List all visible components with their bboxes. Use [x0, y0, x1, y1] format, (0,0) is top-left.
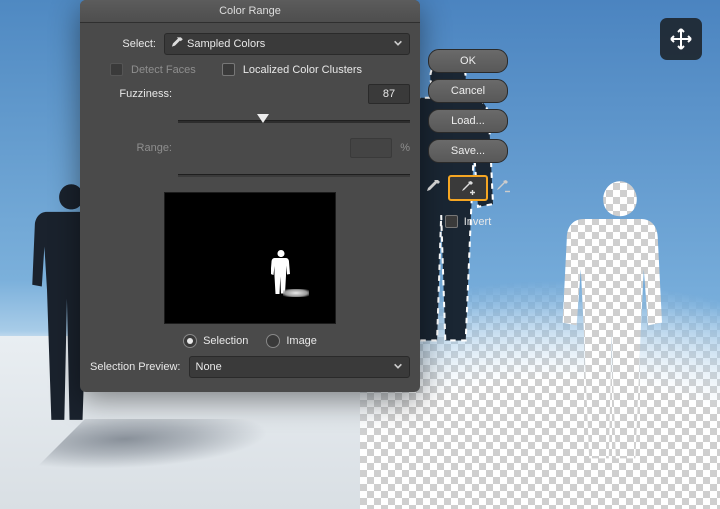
selection-preview-label: Selection Preview: — [90, 361, 181, 373]
eyedropper-icon — [425, 179, 441, 195]
eyedropper-minus-icon — [495, 179, 511, 195]
preview-shadow-icon — [283, 289, 309, 297]
select-dropdown[interactable]: Sampled Colors — [164, 33, 410, 55]
move-tool-button[interactable] — [660, 18, 702, 60]
invert-label: Invert — [464, 216, 492, 228]
selection-preview-dropdown[interactable]: None — [189, 356, 411, 378]
localized-clusters-label: Localized Color Clusters — [243, 64, 362, 76]
load-button[interactable]: Load... — [428, 109, 508, 133]
eyedropper-plus-icon — [460, 180, 476, 196]
selection-radio[interactable]: Selection — [183, 334, 248, 348]
eyedropper-icon — [171, 37, 183, 52]
select-label: Select: — [90, 38, 156, 50]
detect-faces-label: Detect Faces — [131, 64, 196, 76]
select-value: Sampled Colors — [187, 38, 265, 50]
radio-on-icon — [183, 334, 197, 348]
range-unit: % — [400, 142, 410, 154]
range-value — [350, 138, 392, 158]
move-arrows-icon — [669, 27, 693, 51]
eyedropper-add-button[interactable] — [448, 175, 488, 201]
selection-preview-thumbnail[interactable] — [164, 192, 336, 324]
chevron-down-icon — [393, 361, 403, 374]
eyedropper-subtract-button[interactable] — [490, 175, 516, 199]
cancel-button[interactable]: Cancel — [428, 79, 508, 103]
detect-faces-checkbox — [110, 63, 123, 76]
transparent-figure-cutout — [550, 169, 690, 479]
save-button[interactable]: Save... — [428, 139, 508, 163]
invert-checkbox[interactable] — [445, 215, 458, 228]
image-radio[interactable]: Image — [266, 334, 317, 348]
localized-clusters-checkbox[interactable] — [222, 63, 235, 76]
range-slider — [178, 166, 410, 184]
dialog-title: Color Range — [80, 0, 420, 23]
fuzziness-slider[interactable] — [178, 112, 410, 130]
range-label: Range: — [90, 142, 172, 154]
selection-radio-label: Selection — [203, 335, 248, 347]
ok-button[interactable]: OK — [428, 49, 508, 73]
fuzziness-value[interactable]: 87 — [368, 84, 410, 104]
radio-off-icon — [266, 334, 280, 348]
image-radio-label: Image — [286, 335, 317, 347]
dialog-button-column: OK Cancel Load... Save... Invert — [428, 49, 508, 228]
fuzziness-label: Fuzziness: — [90, 88, 172, 100]
eyedropper-sample-button[interactable] — [420, 175, 446, 199]
color-range-dialog: Color Range Select: Sampled Colors Detec… — [80, 0, 420, 392]
chevron-down-icon — [393, 38, 403, 51]
selection-preview-value: None — [196, 361, 222, 373]
